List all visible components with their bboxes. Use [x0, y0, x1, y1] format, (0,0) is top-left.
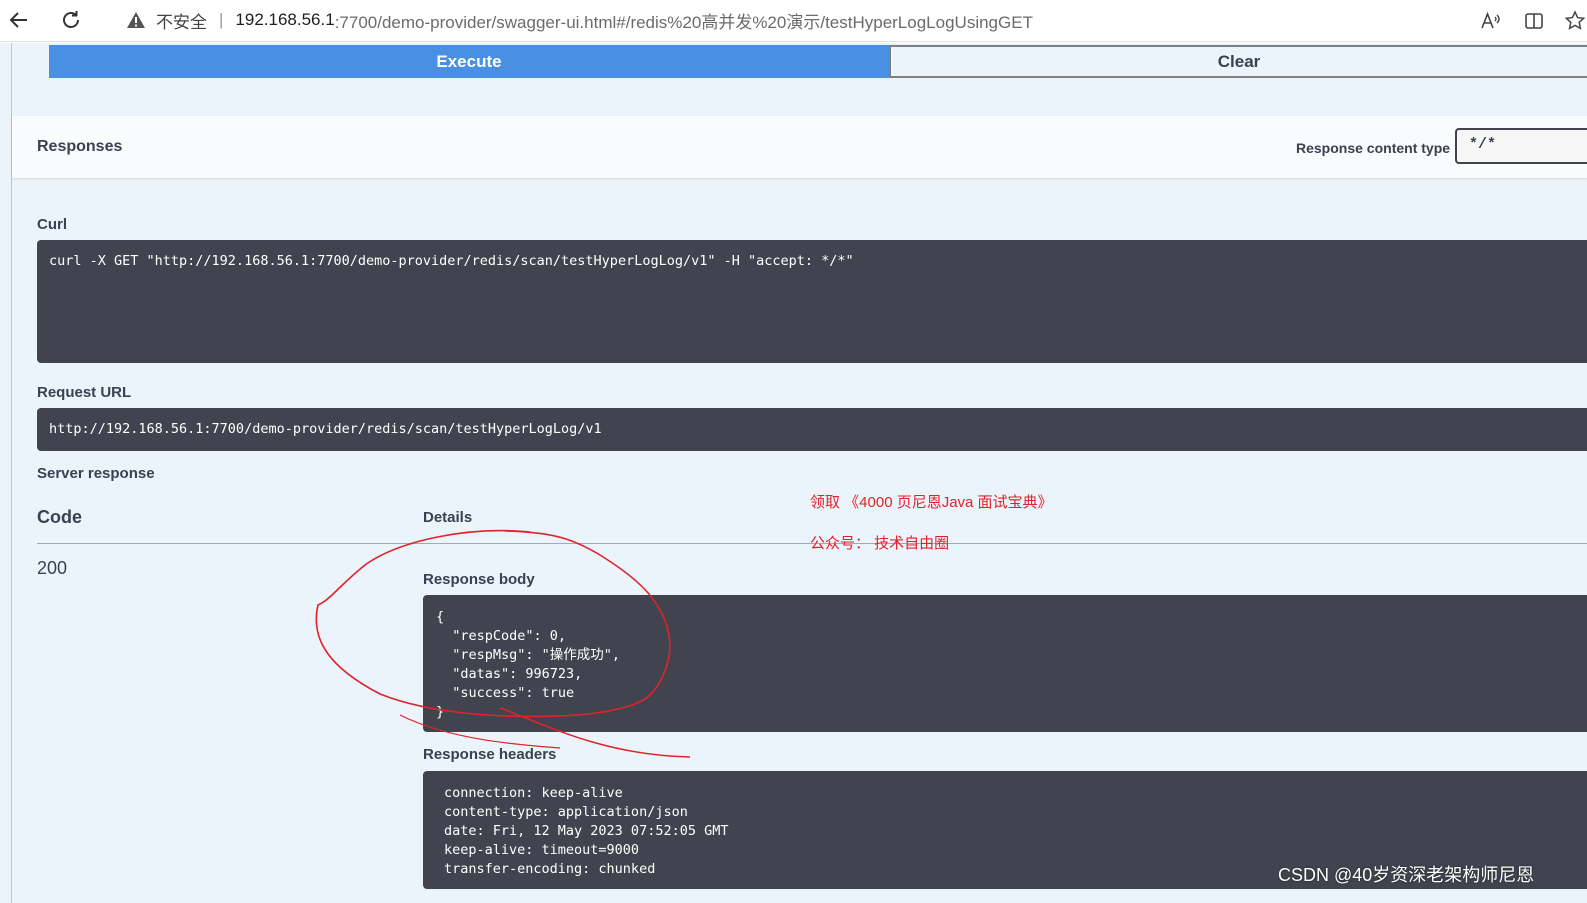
- reload-icon[interactable]: [56, 5, 86, 35]
- code-column-header: Code: [37, 507, 82, 527]
- curl-command[interactable]: curl -X GET "http://192.168.56.1:7700/de…: [37, 240, 1587, 363]
- server-response-label: Server response: [37, 465, 155, 482]
- details-column-header: Details: [423, 509, 473, 526]
- url-host: 192.168.56.1: [235, 10, 335, 29]
- execute-button[interactable]: Execute: [49, 45, 889, 78]
- response-body-label: Response body: [423, 571, 535, 588]
- curl-label: Curl: [37, 216, 67, 233]
- favorites-icon[interactable]: [1563, 6, 1587, 36]
- response-status-code: 200: [37, 558, 68, 578]
- promo-note-line1: 领取 《4000 页尼恩Java 面试宝典》: [810, 494, 1053, 511]
- browser-actions: [1461, 6, 1587, 36]
- request-url-label: Request URL: [37, 384, 132, 401]
- read-aloud-icon[interactable]: [1475, 6, 1505, 36]
- responses-title: Responses: [37, 138, 123, 155]
- back-arrow-icon[interactable]: [4, 5, 34, 35]
- responses-header: Responses Response content type */*: [12, 116, 1587, 178]
- response-content-type-select[interactable]: */*: [1455, 128, 1587, 164]
- security-label[interactable]: 不安全: [156, 8, 207, 33]
- warning-icon: [126, 9, 148, 31]
- swagger-operation-panel: Execute Clear Responses Response content…: [0, 43, 1587, 903]
- csdn-watermark: CSDN @40岁资深老架构师尼恩: [1278, 865, 1535, 885]
- response-content-type-label: Response content type: [1296, 140, 1451, 156]
- split-screen-icon[interactable]: [1519, 6, 1549, 36]
- response-headers-label: Response headers: [423, 746, 557, 763]
- response-body[interactable]: { "respCode": 0, "respMsg": "操作成功", "dat…: [423, 595, 1587, 732]
- clear-button[interactable]: Clear: [889, 45, 1587, 78]
- browser-toolbar: 不安全 | 192.168.56.1:7700/demo-provider/sw…: [0, 0, 1587, 42]
- address-bar[interactable]: 不安全 | 192.168.56.1:7700/demo-provider/sw…: [108, 3, 1548, 37]
- request-url-value[interactable]: http://192.168.56.1:7700/demo-provider/r…: [37, 408, 1587, 451]
- address-separator: |: [219, 10, 224, 29]
- url-path: :7700/demo-provider/swagger-ui.html#/red…: [334, 12, 1033, 32]
- promo-note-line2: 公众号： 技术自由圈: [810, 535, 950, 552]
